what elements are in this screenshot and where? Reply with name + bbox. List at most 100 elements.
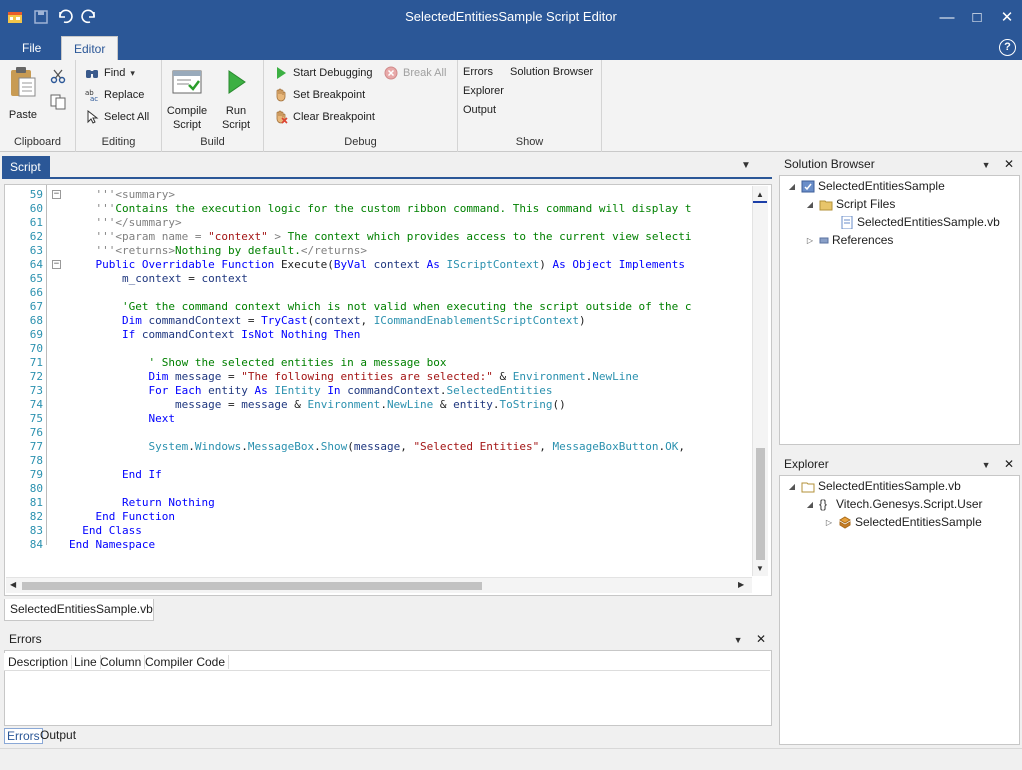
show-output-button[interactable]: Output [463,104,496,116]
code-line: '''Contains the execution logic for the … [95,202,692,215]
explorer-menu-icon[interactable]: ▼ [982,460,991,470]
code-line: If commandContext IsNot Nothing Then [122,328,361,341]
column-column[interactable]: Column [98,655,146,669]
code-editor[interactable]: 59− '''<summary> 60 '''Contains the execu… [4,184,772,596]
binoculars-icon [85,66,99,80]
replace-button[interactable]: ab ac Replace [85,88,145,103]
line-number: 76 [29,426,43,439]
vertical-scrollbar[interactable]: ▲ ▼ [752,186,768,576]
line-number: 73 [29,384,43,397]
code-line: Dim message = "The following entities ar… [148,370,639,383]
fold-toggle-icon[interactable]: − [52,190,61,199]
expand-icon[interactable]: ◢ [787,482,797,491]
column-compiler-code[interactable]: Compiler Code [143,655,230,669]
find-label: Find [104,67,126,79]
window-title: SelectedEntitiesSample Script Editor [405,9,617,24]
compile-script-button[interactable]: Compile Script [165,68,209,132]
horizontal-scroll-thumb[interactable] [22,582,482,590]
copy-icon[interactable] [50,94,66,113]
compile-icon [172,70,202,94]
code-line: ' Show the selected entities in a messag… [148,356,447,369]
gutter-divider [46,185,47,545]
cut-icon[interactable] [50,68,66,87]
scroll-right-icon[interactable]: ▶ [738,580,744,589]
tab-dropdown-icon[interactable]: ▼ [741,160,751,171]
break-all-button[interactable]: Break All [384,66,446,80]
paste-button[interactable]: Paste [6,66,40,122]
explorer-close-icon[interactable]: ✕ [1004,457,1014,471]
code-line: Return Nothing [122,496,215,509]
run-label-2: Script [221,119,251,131]
errors-columns: Description Line Column Compiler Code [4,653,770,671]
line-number: 69 [29,328,43,341]
vertical-scroll-thumb[interactable] [756,448,765,560]
scroll-down-icon[interactable]: ▼ [756,564,764,573]
find-button[interactable]: Find ▾ [85,66,135,80]
tree-item-script-file[interactable]: SelectedEntitiesSample.vb [840,215,1000,229]
hand-clear-icon [274,110,288,124]
collapsed-icon[interactable]: ▷ [824,518,834,527]
solution-browser-menu-icon[interactable]: ▼ [982,160,991,170]
help-icon[interactable]: ? [999,39,1016,56]
clear-breakpoint-button[interactable]: Clear Breakpoint [274,110,375,124]
tree-item-class[interactable]: ▷ SelectedEntitiesSample [824,515,982,529]
references-icon [819,234,829,247]
tab-editor[interactable]: Editor [61,36,119,60]
menu-bar: File Editor ? [0,36,1022,60]
tab-output[interactable]: Output [38,728,78,744]
code-line: '''<summary> [95,188,175,201]
minimize-button[interactable]: — [932,6,962,28]
scroll-position-marker [753,201,767,203]
scroll-left-icon[interactable]: ◀ [10,580,16,589]
tree-item-references[interactable]: ▷ References [805,233,893,247]
line-number: 78 [29,454,43,467]
solution-browser-close-icon[interactable]: ✕ [1004,157,1014,171]
document-tab[interactable]: SelectedEntitiesSample.vb [4,599,154,621]
explorer-title: Explorer [784,457,829,471]
line-number: 81 [29,496,43,509]
maximize-button[interactable]: □ [962,6,992,28]
show-errors-button[interactable]: Errors [463,66,493,78]
line-number: 62 [29,230,43,243]
replace-label: Replace [104,89,145,101]
tree-item-script-files[interactable]: ◢ Script Files [805,197,895,211]
folder-icon [819,198,833,211]
close-window-button[interactable]: ✕ [992,6,1022,28]
collapsed-icon[interactable]: ▷ [805,236,815,245]
line-number: 84 [29,538,43,551]
column-line[interactable]: Line [72,655,101,669]
tab-errors[interactable]: Errors [4,728,43,744]
line-number: 70 [29,342,43,355]
editing-group: Find ▾ ab ac Replace Select All Editing [76,60,162,152]
tab-script[interactable]: Script [2,156,50,178]
solution-browser-header: Solution Browser ▼ ✕ [779,153,1020,175]
debug-group-label: Debug [344,136,377,148]
expand-icon[interactable]: ◢ [805,500,815,509]
column-description[interactable]: Description [6,655,73,669]
errors-panel-menu-icon[interactable]: ▼ [734,635,743,645]
paste-icon [11,67,36,97]
errors-panel-close-icon[interactable]: ✕ [756,632,766,646]
run-script-button[interactable]: Run Script [216,68,256,132]
expand-icon[interactable]: ◢ [805,200,815,209]
tree-item-solution-root[interactable]: ◢ SelectedEntitiesSample [787,179,945,193]
scroll-up-icon[interactable]: ▲ [756,190,764,199]
line-number: 75 [29,412,43,425]
start-debugging-button[interactable]: Start Debugging [274,66,373,80]
namespace-label: Vitech.Genesys.Script.User [836,497,983,511]
horizontal-scrollbar[interactable]: ◀ ▶ [6,577,752,593]
explorer-header: Explorer ▼ ✕ [779,453,1020,475]
solution-root-label: SelectedEntitiesSample [818,179,945,193]
show-solution-browser-button[interactable]: Solution Browser [510,66,593,78]
tree-item-explorer-file[interactable]: ◢ SelectedEntitiesSample.vb [787,479,961,493]
expand-icon[interactable]: ◢ [787,182,797,191]
show-explorer-button[interactable]: Explorer [463,85,504,97]
status-bar [0,748,1022,770]
set-breakpoint-button[interactable]: Set Breakpoint [274,88,365,102]
bottom-tabs: Errors Output [4,728,304,746]
fold-toggle-icon[interactable]: − [52,260,61,269]
select-all-button[interactable]: Select All [85,109,149,124]
tree-item-namespace[interactable]: ◢ {} Vitech.Genesys.Script.User [805,497,983,511]
tab-file[interactable]: File [10,36,53,60]
